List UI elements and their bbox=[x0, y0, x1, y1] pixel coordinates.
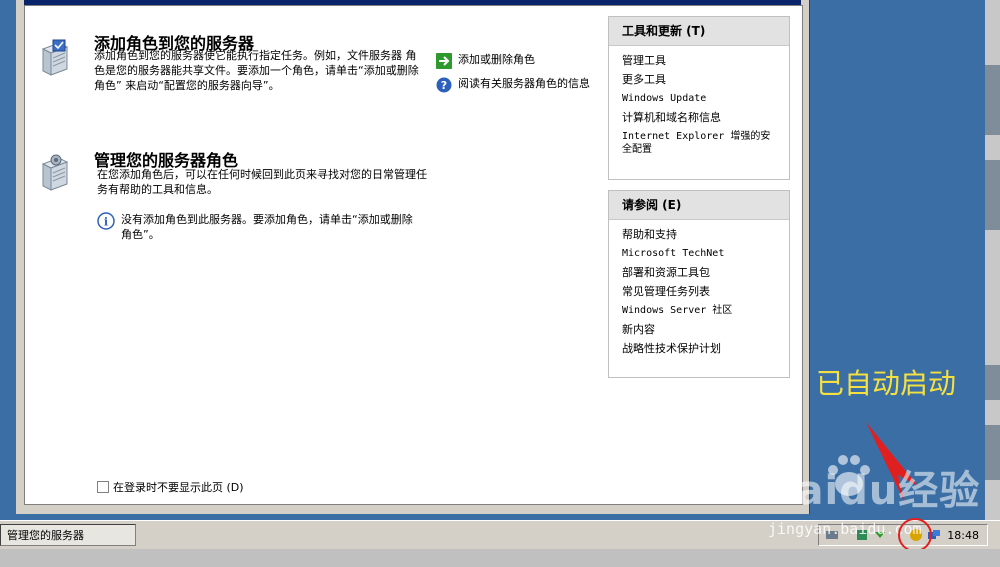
strip-block bbox=[985, 365, 1000, 400]
dont-show-row[interactable]: 在登录时不要显示此页 (D) bbox=[97, 479, 244, 495]
server-add-icon bbox=[41, 39, 69, 76]
no-role-note-text: 没有添加角色到此服务器。要添加角色，请单击“添加或删除角色”。 bbox=[121, 213, 413, 241]
paw-icon bbox=[828, 455, 870, 496]
strip-block bbox=[985, 65, 1000, 135]
see-also-panel: 请参阅 (E) 帮助和支持 Microsoft TechNet 部署和资源工具包… bbox=[608, 190, 790, 378]
annotation-text: 已自动启动 bbox=[816, 367, 957, 400]
tools-item-computer-info[interactable]: 计算机和域名称信息 bbox=[622, 109, 780, 128]
annotation-circle bbox=[898, 518, 932, 552]
see-also-item-resource-kit[interactable]: 部署和资源工具包 bbox=[622, 264, 780, 283]
baidu-watermark-logo: Baidu经验 bbox=[765, 455, 980, 516]
manage-server-window: 添加角色到您的服务器 添加角色到您的服务器使它能执行指定任务。例如，文件服务器 … bbox=[16, 0, 810, 514]
see-also-item-security-plan[interactable]: 战略性技术保护计划 bbox=[622, 340, 780, 359]
strip-block bbox=[985, 425, 1000, 480]
tools-item-more-tools[interactable]: 更多工具 bbox=[622, 71, 780, 90]
add-remove-role-link[interactable]: 添加或删除角色 bbox=[436, 53, 606, 69]
see-also-item-technet[interactable]: Microsoft TechNet bbox=[622, 245, 780, 264]
read-about-roles-link[interactable]: ? 阅读有关服务器角色的信息 bbox=[436, 77, 596, 93]
bottom-strip bbox=[0, 549, 1000, 567]
no-role-note: i 没有添加角色到此服务器。要添加角色，请单击“添加或删除角色”。 bbox=[97, 212, 417, 242]
green-arrow-icon bbox=[436, 53, 452, 69]
see-also-item-community[interactable]: Windows Server 社区 bbox=[622, 302, 780, 321]
taskbar-manage-server-button[interactable]: 管理您的服务器 bbox=[0, 524, 136, 546]
info-icon: i bbox=[97, 212, 115, 230]
see-also-header[interactable]: 请参阅 (E) bbox=[609, 191, 789, 220]
manage-role-description: 在您添加角色后，可以在任何时候回到此页来寻找对您的日常管理任务有帮助的工具和信息… bbox=[97, 168, 427, 196]
svg-text:?: ? bbox=[441, 79, 447, 92]
tools-updates-header[interactable]: 工具和更新 (T) bbox=[609, 17, 789, 46]
see-also-item-help[interactable]: 帮助和支持 bbox=[622, 226, 780, 245]
add-role-description: 添加角色到您的服务器使它能执行指定任务。例如，文件服务器 角色是您的服务器能共享… bbox=[94, 49, 419, 92]
tools-item-ie-esc[interactable]: Internet Explorer 增强的安全配置 bbox=[622, 128, 780, 160]
tools-item-windows-update[interactable]: Windows Update bbox=[622, 90, 780, 109]
tools-updates-panel: 工具和更新 (T) 管理工具 更多工具 Windows Update 计算机和域… bbox=[608, 16, 790, 180]
add-remove-role-label: 添加或删除角色 bbox=[458, 53, 535, 66]
desktop-right-strip bbox=[985, 0, 1000, 520]
see-also-item-new-content[interactable]: 新内容 bbox=[622, 321, 780, 340]
svg-text:i: i bbox=[104, 216, 108, 229]
dont-show-checkbox[interactable] bbox=[97, 481, 109, 493]
tools-item-admin-tools[interactable]: 管理工具 bbox=[622, 52, 780, 71]
read-about-roles-label: 阅读有关服务器角色的信息 bbox=[458, 77, 590, 90]
taskbar-clock[interactable]: 18:48 bbox=[947, 525, 979, 547]
help-icon: ? bbox=[436, 77, 452, 93]
server-manage-icon bbox=[41, 154, 69, 191]
strip-block bbox=[985, 160, 1000, 230]
window-content: 添加角色到您的服务器 添加角色到您的服务器使它能执行指定任务。例如，文件服务器 … bbox=[24, 5, 803, 505]
see-also-item-common-tasks[interactable]: 常见管理任务列表 bbox=[622, 283, 780, 302]
dont-show-label: 在登录时不要显示此页 (D) bbox=[113, 481, 244, 494]
